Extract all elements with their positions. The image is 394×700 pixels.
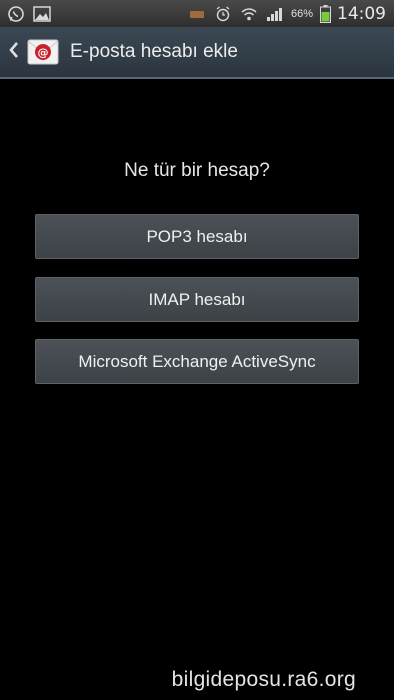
battery-percent: 66% <box>290 7 313 20</box>
account-type-question: Ne tür bir hesap? <box>124 160 270 181</box>
whatsapp-icon <box>6 5 26 23</box>
action-bar: @ E-posta hesabı ekle <box>0 27 394 79</box>
imap-account-button[interactable]: IMAP hesabı <box>35 277 359 322</box>
email-icon[interactable]: @ <box>26 35 60 69</box>
page-title: E-posta hesabı ekle <box>70 41 238 62</box>
exchange-activesync-button[interactable]: Microsoft Exchange ActiveSync <box>35 339 359 384</box>
exchange-activesync-label: Microsoft Exchange ActiveSync <box>78 351 316 371</box>
status-bar: 66% 14:09 <box>0 0 394 27</box>
svg-text:@: @ <box>38 46 49 59</box>
wifi-icon <box>239 5 259 23</box>
signal-icon <box>265 5 285 23</box>
battery-icon <box>319 4 331 23</box>
battery-saver-icon <box>187 5 207 23</box>
watermark-text: bilgideposu.ra6.org <box>171 668 356 691</box>
chevron-left-icon <box>8 41 20 64</box>
gallery-icon <box>32 5 52 23</box>
back-button[interactable] <box>0 27 26 77</box>
alarm-icon <box>213 5 233 23</box>
pop3-account-label: POP3 hesabı <box>146 226 248 246</box>
pop3-account-button[interactable]: POP3 hesabı <box>35 214 359 259</box>
status-time: 14:09 <box>337 3 386 24</box>
imap-account-label: IMAP hesabı <box>148 289 246 309</box>
